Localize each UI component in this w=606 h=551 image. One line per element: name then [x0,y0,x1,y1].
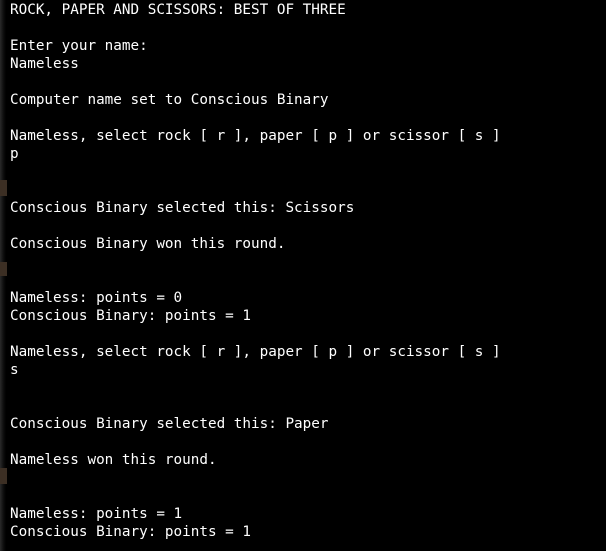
terminal-window[interactable]: ROCK, PAPER AND SCISSORS: BEST OF THREE … [0,0,606,551]
user-input-choice: p [10,146,19,162]
selection-prompt-line: Nameless, select rock [ r ], paper [ p ]… [10,344,501,360]
round-result-line: Nameless won this round. [10,452,217,468]
player-points-line: Nameless: points = 0 [10,290,183,306]
computer-points-line: Conscious Binary: points = 1 [10,308,252,324]
window-edge-shadow [0,262,7,276]
computer-points-line: Conscious Binary: points = 1 [10,524,252,540]
player-points-line: Nameless: points = 1 [10,506,183,522]
name-prompt-line: Enter your name: [10,38,148,54]
game-title-line: ROCK, PAPER AND SCISSORS: BEST OF THREE [10,2,346,18]
selection-prompt-line: Nameless, select rock [ r ], paper [ p ]… [10,128,501,144]
computer-selection-line: Conscious Binary selected this: Paper [10,416,329,432]
computer-name-line: Computer name set to Conscious Binary [10,92,329,108]
window-edge-shadow [0,468,7,484]
round-result-line: Conscious Binary won this round. [10,236,286,252]
user-input-choice: s [10,362,19,378]
window-edge-shadow [0,180,7,196]
computer-selection-line: Conscious Binary selected this: Scissors [10,200,355,216]
terminal-output: ROCK, PAPER AND SCISSORS: BEST OF THREE … [10,1,606,541]
user-input-name: Nameless [10,56,79,72]
